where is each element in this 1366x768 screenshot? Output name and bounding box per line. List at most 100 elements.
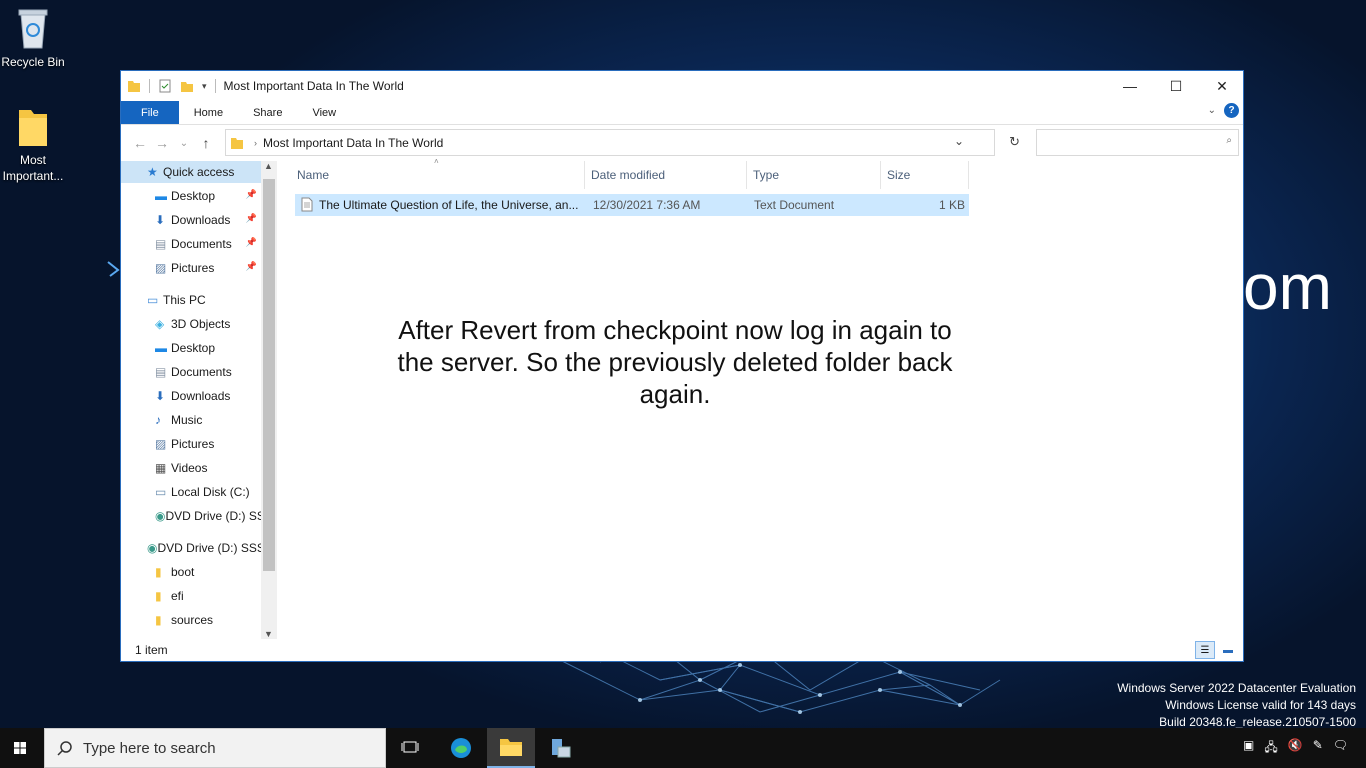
tab-home[interactable]: Home (179, 102, 238, 124)
picture-icon: ▨ (155, 437, 167, 451)
close-button[interactable]: ✕ (1199, 71, 1245, 101)
caption-overlay: After Revert from checkpoint now log in … (397, 315, 953, 409)
address-row: ← → ⌄ ↑ › Most Important Data In The Wor… (121, 125, 1243, 161)
address-bar[interactable]: › Most Important Data In The World ⌄ ↻ (225, 129, 1020, 156)
customize-toolbar-icon[interactable]: ▾ (202, 81, 207, 92)
desktop-icon: ▬ (155, 341, 167, 355)
scroll-down-icon[interactable]: ▼ (264, 629, 273, 639)
windows-start-icon[interactable] (14, 742, 26, 754)
video-icon: ▦ (155, 461, 167, 475)
sidebar-item-label: Videos (171, 461, 208, 475)
status-bar: 1 item ☰ ▬ (121, 639, 1243, 661)
sidebar-item[interactable]: ▮ boot (121, 561, 261, 583)
file-name[interactable]: The Ultimate Question of Life, the Unive… (319, 198, 578, 212)
task-view-icon[interactable] (386, 728, 434, 768)
action-center-icon[interactable]: ▣ (1243, 738, 1254, 759)
sidebar-item[interactable]: ◉ DVD Drive (D:) SSS (121, 537, 261, 559)
maximize-button[interactable]: ☐ (1153, 71, 1199, 101)
address-dropdown-icon[interactable]: ⌄ (954, 134, 964, 148)
folder-icon (231, 137, 243, 149)
network-icon[interactable]: 🖧 (1264, 738, 1277, 759)
taskbar-search-input[interactable]: Type here to search (44, 728, 386, 768)
pin-icon[interactable]: 📌 (246, 261, 257, 272)
tab-share[interactable]: Share (238, 102, 297, 124)
watermark-line: Build 20348.fe_release.210507-1500 (1159, 715, 1356, 728)
file-type: Text Document (754, 198, 835, 212)
nav-scrollbar[interactable]: ▲ ▼ (261, 161, 277, 639)
document-icon: ▤ (155, 365, 167, 379)
sidebar-item[interactable]: ♪ Music (121, 409, 261, 431)
sidebar-item-label: Downloads (171, 213, 231, 227)
details-view-icon[interactable]: ☰ (1195, 641, 1215, 659)
server-manager-icon[interactable] (536, 728, 584, 768)
tab-view[interactable]: View (297, 102, 351, 124)
sidebar-item-label: DVD Drive (D:) SS (165, 509, 261, 523)
column-header-date[interactable]: Date modified (585, 161, 747, 189)
disk-icon: ▭ (155, 485, 167, 499)
sidebar-item[interactable]: ▤ Documents 📌 (121, 233, 261, 255)
sidebar-item[interactable]: ▨ Pictures (121, 433, 261, 455)
desktop-icon-recycle-bin[interactable]: Recycle Bin (0, 6, 66, 70)
sidebar-item[interactable]: ▮ sources (121, 609, 261, 631)
table-row[interactable]: The Ultimate Question of Life, the Unive… (295, 194, 969, 216)
breadcrumb[interactable]: Most Important Data In The World (263, 136, 443, 150)
column-header-size[interactable]: Size (881, 161, 969, 189)
pin-icon[interactable]: 📌 (246, 237, 257, 248)
sidebar-item-label: Documents (171, 365, 232, 379)
sidebar-item[interactable]: ▭ Local Disk (C:) (121, 481, 261, 503)
large-icons-view-icon[interactable]: ▬ (1219, 641, 1237, 659)
scroll-up-icon[interactable]: ▲ (264, 161, 273, 171)
sidebar-item[interactable]: ▬ Desktop 📌 (121, 185, 261, 207)
sidebar-item-label: Desktop (171, 189, 216, 203)
sidebar-item[interactable]: ◉ DVD Drive (D:) SS (121, 505, 261, 527)
sidebar-item[interactable]: ▭ This PC (121, 289, 261, 311)
pen-icon[interactable]: ✎ (1313, 738, 1323, 759)
sidebar-item[interactable]: ⬇ Downloads (121, 385, 261, 407)
help-icon[interactable]: ? (1224, 103, 1239, 118)
text-file-icon (301, 197, 313, 212)
pin-icon[interactable]: 📌 (246, 213, 257, 224)
sidebar-item[interactable]: ◈ 3D Objects (121, 313, 261, 335)
sidebar-item-label: efi (171, 589, 184, 603)
sidebar-item-label: Pictures (171, 437, 215, 451)
tab-file[interactable]: File (121, 101, 179, 124)
desktop-icon-folder[interactable]: Most Important... (0, 106, 66, 184)
recent-locations-button[interactable]: ⌄ (173, 138, 195, 149)
file-explorer-taskbar-icon[interactable] (487, 728, 535, 768)
sidebar-item[interactable]: ⬇ Downloads 📌 (121, 209, 261, 231)
music-icon: ♪ (155, 413, 161, 427)
sidebar-item[interactable]: ▮ efi (121, 585, 261, 607)
new-folder-icon[interactable] (180, 79, 194, 93)
scroll-thumb[interactable] (263, 179, 275, 571)
sidebar-item-label: Pictures (171, 261, 215, 275)
forward-button[interactable]: → (151, 135, 173, 151)
sidebar-item[interactable]: ▬ Desktop (121, 337, 261, 359)
edge-browser-icon[interactable] (437, 728, 485, 768)
taskbar: Type here to search ▣ 🖧 🔇 ✎ 🗨 (0, 728, 1366, 768)
volume-muted-icon[interactable]: 🔇 (1288, 738, 1303, 759)
expand-ribbon-icon[interactable]: ⌄ (1208, 105, 1216, 116)
minimize-button[interactable]: — (1107, 71, 1153, 101)
notifications-icon[interactable]: 🗨 (1333, 738, 1348, 759)
up-button[interactable]: ↑ (195, 135, 217, 151)
sidebar-item-label: Music (171, 413, 203, 427)
search-icon (57, 741, 72, 756)
folder-icon: ▮ (155, 565, 162, 579)
title-bar[interactable]: ▾ Most Important Data In The World — ☐ ✕ (121, 71, 1243, 101)
search-input[interactable]: ⌕ (1036, 129, 1239, 156)
star-icon: ★ (147, 165, 158, 179)
refresh-icon[interactable]: ↻ (1009, 134, 1020, 150)
search-placeholder: Type here to search (83, 739, 216, 757)
column-header-type[interactable]: Type (747, 161, 881, 189)
properties-icon[interactable] (158, 79, 172, 93)
sidebar-item[interactable]: ▨ Pictures 📌 (121, 257, 261, 279)
back-button[interactable]: ← (129, 135, 151, 151)
sidebar-item[interactable]: ★ Quick access (121, 161, 261, 183)
sidebar-item[interactable]: ▦ Videos (121, 457, 261, 479)
sidebar-item[interactable]: ▤ Documents (121, 361, 261, 383)
pin-icon[interactable]: 📌 (246, 189, 257, 200)
folder-icon: ▮ (155, 613, 162, 627)
quick-access-toolbar: ▾ (127, 79, 216, 93)
sidebar-item-label: Local Disk (C:) (171, 485, 250, 499)
sidebar-item-label: boot (171, 565, 195, 579)
